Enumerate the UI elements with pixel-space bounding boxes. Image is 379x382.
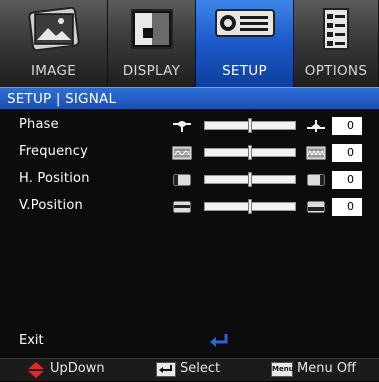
tab-label: DISPLAY [122, 63, 181, 79]
tab-label: OPTIONS [304, 63, 368, 79]
menu-key-label: Menu [272, 365, 294, 373]
setting-row-v-position[interactable]: V.Position 0 [0, 194, 379, 220]
setting-row-frequency[interactable]: Frequency 0 [0, 140, 379, 166]
v-position-slider[interactable] [204, 199, 296, 214]
h-position-slider[interactable] [204, 172, 296, 187]
row-label: H. Position [19, 171, 90, 186]
frequency-high-icon [306, 145, 326, 164]
select-key-icon [156, 362, 176, 377]
tab-image[interactable]: IMAGE [0, 0, 108, 87]
v-position-up-icon [306, 199, 326, 218]
exit-item[interactable]: Exit [19, 333, 44, 348]
tab-label: SETUP [222, 63, 267, 79]
footer-bar: UpDown Select Menu Menu Off [0, 358, 379, 381]
section-title: SETUP | SIGNAL [7, 91, 117, 107]
section-header: SETUP | SIGNAL [0, 87, 379, 109]
v-position-down-icon [172, 199, 192, 218]
row-label: Frequency [19, 144, 88, 159]
slider-knob[interactable] [248, 172, 252, 187]
slider-knob[interactable] [248, 199, 252, 214]
phase-slider[interactable] [204, 118, 296, 133]
h-position-left-icon [172, 172, 192, 191]
options-icon [321, 6, 351, 56]
tab-options[interactable]: OPTIONS [294, 0, 379, 87]
h-position-right-icon [306, 172, 326, 191]
menu-off-hint: Menu Off [297, 361, 357, 376]
tab-setup[interactable]: SETUP [196, 0, 294, 87]
frequency-slider[interactable] [204, 145, 296, 160]
osd-menu: IMAGE DISPLAY SETUP OPTIONS SETUP | SIGN… [0, 0, 379, 381]
slider-knob[interactable] [248, 118, 252, 133]
tab-label: IMAGE [30, 63, 77, 79]
slider-knob[interactable] [248, 145, 252, 160]
row-label: Phase [19, 117, 59, 132]
display-icon [129, 6, 175, 56]
row-label: V.Position [19, 198, 83, 213]
h-position-value: 0 [332, 171, 362, 189]
frequency-low-icon [172, 145, 192, 164]
setting-row-phase[interactable]: Phase 0 [0, 113, 379, 139]
menu-key-icon: Menu [271, 362, 294, 377]
tab-display[interactable]: DISPLAY [108, 0, 196, 87]
updown-hint: UpDown [50, 361, 105, 376]
enter-arrow-icon [208, 333, 230, 353]
tab-bar: IMAGE DISPLAY SETUP OPTIONS [0, 0, 379, 87]
select-hint: Select [180, 361, 221, 376]
frequency-value: 0 [332, 144, 362, 162]
updown-arrow-icon [27, 362, 45, 382]
v-position-value: 0 [332, 198, 362, 216]
setting-row-h-position[interactable]: H. Position 0 [0, 167, 379, 193]
phase-value: 0 [332, 117, 362, 135]
phase-low-icon [172, 118, 192, 137]
phase-high-icon [306, 118, 326, 137]
image-icon [27, 6, 80, 60]
projector-icon [214, 6, 276, 44]
